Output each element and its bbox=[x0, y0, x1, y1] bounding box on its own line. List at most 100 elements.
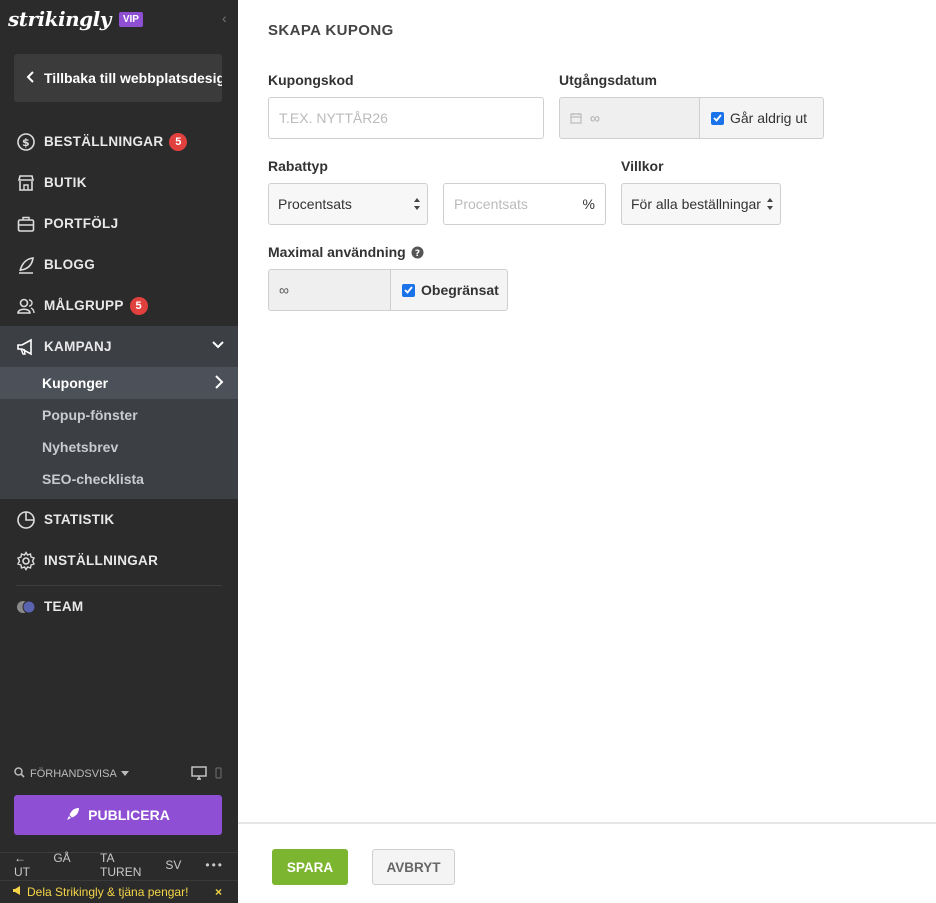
dollar-icon: $ bbox=[16, 132, 36, 152]
share-banner-label: Dela Strikingly & tjäna pengar! bbox=[27, 885, 189, 899]
briefcase-icon bbox=[16, 214, 36, 234]
submenu-item-seo-checklist[interactable]: SEO-checklista bbox=[0, 463, 238, 495]
sidebar-nav: $ BESTÄLLNINGAR 5 BUTIK PORTFÖLJ BLOGG M… bbox=[0, 121, 238, 627]
sidebar: strikingly VIP ‹ Tillbaka till webbplats… bbox=[0, 0, 238, 903]
search-icon bbox=[14, 767, 25, 781]
logo[interactable]: strikingly bbox=[8, 7, 111, 31]
svg-text:?: ? bbox=[415, 249, 420, 259]
terms-label: Villkor bbox=[621, 158, 664, 174]
megaphone-small-icon bbox=[12, 885, 23, 899]
rocket-icon bbox=[66, 807, 80, 824]
never-expires-toggle[interactable]: Går aldrig ut bbox=[699, 97, 824, 139]
audience-count-badge: 5 bbox=[129, 296, 148, 315]
unlimited-label: Obegränsat bbox=[421, 282, 499, 298]
sidebar-item-team[interactable]: TEAM bbox=[0, 586, 238, 627]
mobile-icon[interactable] bbox=[215, 766, 222, 782]
expiry-date-value: ∞ bbox=[590, 110, 600, 126]
never-expires-checkbox[interactable] bbox=[711, 111, 724, 125]
page-title: SKAPA KUPONG bbox=[268, 22, 394, 39]
megaphone-icon bbox=[16, 337, 36, 357]
discount-type-label: Rabattyp bbox=[268, 158, 328, 174]
coupon-code-input[interactable]: T.EX. NYTTÅR26 bbox=[268, 97, 544, 139]
sidebar-item-label: BUTIK bbox=[44, 175, 87, 190]
orders-count-badge: 5 bbox=[169, 132, 188, 151]
sidebar-item-store[interactable]: BUTIK bbox=[0, 162, 238, 203]
arrow-left-icon: ← bbox=[14, 850, 26, 865]
max-usage-input[interactable]: ∞ bbox=[268, 269, 392, 311]
close-icon[interactable]: × bbox=[215, 885, 222, 899]
save-button[interactable]: SPARA bbox=[272, 849, 348, 885]
unlimited-checkbox[interactable] bbox=[402, 283, 415, 297]
logout-link[interactable]: ← GÅ UT bbox=[14, 851, 76, 879]
max-usage-label-row: Maximal användning ? bbox=[268, 244, 424, 260]
logo-row: strikingly VIP bbox=[8, 6, 143, 32]
sidebar-item-label: PORTFÖLJ bbox=[44, 216, 119, 231]
collapse-sidebar-icon[interactable]: ‹ bbox=[222, 10, 227, 26]
vip-badge: VIP bbox=[118, 11, 143, 27]
chevron-left-icon bbox=[26, 70, 36, 86]
users-icon bbox=[16, 296, 36, 316]
sidebar-item-portfolio[interactable]: PORTFÖLJ bbox=[0, 203, 238, 244]
discount-value-placeholder: Procentsats bbox=[454, 196, 528, 212]
preview-dropdown[interactable]: FÖRHANDSVISA bbox=[30, 768, 117, 780]
sidebar-item-label: INSTÄLLNINGAR bbox=[44, 553, 159, 568]
coupon-code-label: Kupongskod bbox=[268, 72, 354, 88]
preview-row: FÖRHANDSVISA bbox=[14, 765, 222, 783]
expiry-date-input[interactable]: ∞ bbox=[559, 97, 700, 139]
calendar-icon bbox=[570, 112, 582, 124]
submenu-item-label: Nyhetsbrev bbox=[42, 439, 119, 455]
back-to-design-button[interactable]: Tillbaka till webbplatsdesign bbox=[14, 54, 222, 102]
discount-type-value: Procentsats bbox=[278, 196, 352, 212]
sidebar-item-settings[interactable]: INSTÄLLNINGAR bbox=[0, 540, 238, 581]
sidebar-item-statistics[interactable]: STATISTIK bbox=[0, 499, 238, 540]
sidebar-item-label: BESTÄLLNINGAR bbox=[44, 134, 164, 149]
submenu-item-label: Kuponger bbox=[42, 375, 109, 391]
submenu-item-label: Popup-fönster bbox=[42, 407, 138, 423]
max-usage-label: Maximal användning bbox=[268, 244, 406, 260]
coupon-form: SKAPA KUPONG Kupongskod T.EX. NYTTÅR26 U… bbox=[238, 0, 936, 903]
sidebar-footer: ← GÅ UT TA TUREN SV ••• bbox=[0, 851, 238, 879]
expiry-date-label: Utgångsdatum bbox=[559, 72, 657, 88]
submenu-item-label: SEO-checklista bbox=[42, 471, 144, 487]
help-icon[interactable]: ? bbox=[411, 246, 424, 259]
share-banner[interactable]: Dela Strikingly & tjäna pengar! × bbox=[0, 880, 238, 903]
percent-suffix: % bbox=[582, 196, 595, 212]
cancel-button[interactable]: AVBRYT bbox=[372, 849, 455, 885]
team-avatars-icon bbox=[16, 597, 36, 617]
sidebar-item-audience[interactable]: MÅLGRUPP 5 bbox=[0, 285, 238, 326]
language-selector[interactable]: SV bbox=[165, 858, 181, 872]
gear-icon bbox=[16, 550, 36, 571]
never-expires-label: Går aldrig ut bbox=[730, 110, 808, 126]
store-icon bbox=[16, 173, 36, 193]
svg-text:$: $ bbox=[22, 136, 30, 149]
sidebar-item-label: KAMPANJ bbox=[44, 339, 112, 354]
sidebar-item-orders[interactable]: $ BESTÄLLNINGAR 5 bbox=[0, 121, 238, 162]
select-arrows-icon bbox=[766, 197, 774, 214]
more-options-icon[interactable]: ••• bbox=[205, 858, 224, 872]
unlimited-toggle[interactable]: Obegränsat bbox=[390, 269, 508, 311]
sidebar-item-label: BLOGG bbox=[44, 257, 95, 272]
device-toggles bbox=[191, 765, 222, 783]
chevron-right-icon bbox=[214, 375, 224, 392]
sidebar-item-campaign[interactable]: KAMPANJ bbox=[0, 326, 238, 367]
terms-select[interactable]: För alla beställningar bbox=[621, 183, 781, 225]
publish-label: PUBLICERA bbox=[88, 807, 170, 823]
pie-chart-icon bbox=[16, 510, 36, 530]
sidebar-item-label: TEAM bbox=[44, 599, 84, 614]
submenu-item-coupons[interactable]: Kuponger bbox=[0, 367, 238, 399]
sidebar-item-blog[interactable]: BLOGG bbox=[0, 244, 238, 285]
publish-button[interactable]: PUBLICERA bbox=[14, 795, 222, 835]
form-actions-bar: SPARA AVBRYT bbox=[238, 822, 936, 903]
sidebar-item-label: STATISTIK bbox=[44, 512, 115, 527]
select-arrows-icon bbox=[413, 197, 421, 214]
submenu-item-newsletter[interactable]: Nyhetsbrev bbox=[0, 431, 238, 463]
campaign-submenu: Kuponger Popup-fönster Nyhetsbrev SEO-ch… bbox=[0, 367, 238, 499]
take-tour-link[interactable]: TA TUREN bbox=[100, 851, 141, 879]
caret-down-icon bbox=[120, 768, 129, 780]
chevron-down-icon bbox=[212, 338, 224, 353]
terms-value: För alla beställningar bbox=[631, 196, 761, 212]
discount-value-input[interactable]: Procentsats % bbox=[443, 183, 606, 225]
desktop-icon[interactable] bbox=[191, 765, 207, 783]
discount-type-select[interactable]: Procentsats bbox=[268, 183, 428, 225]
submenu-item-popup[interactable]: Popup-fönster bbox=[0, 399, 238, 431]
